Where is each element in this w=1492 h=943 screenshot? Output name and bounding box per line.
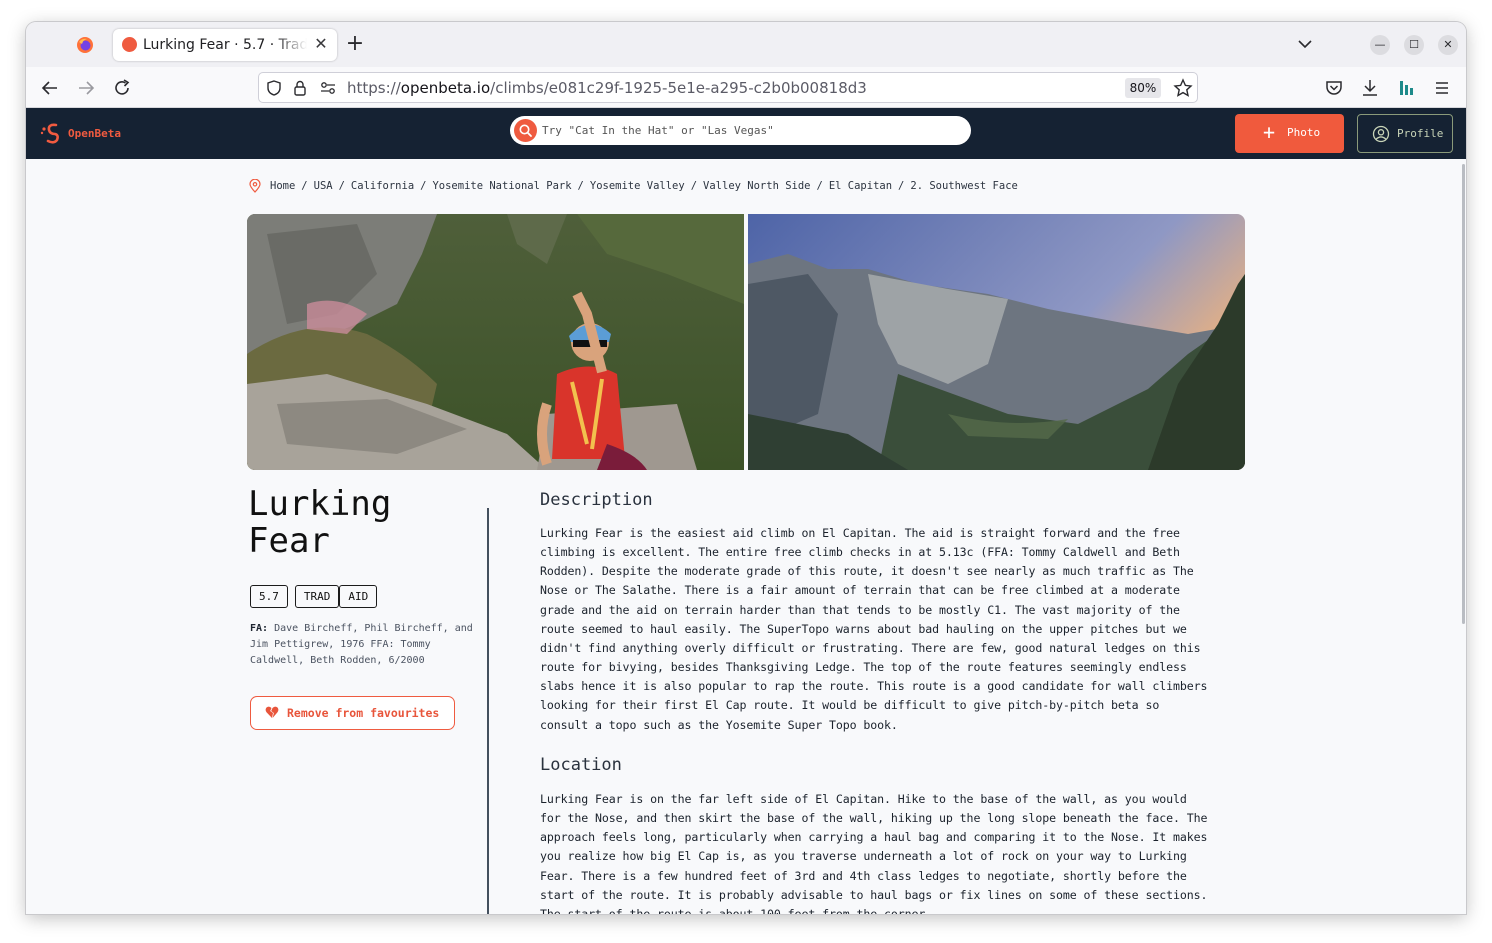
description-text: Lurking Fear is the easiest aid climb on… xyxy=(540,526,1208,732)
close-tab-icon[interactable]: ✕ xyxy=(311,34,331,54)
climb-title: Lurking Fear xyxy=(248,486,468,560)
search-input[interactable] xyxy=(542,120,962,141)
profile-button[interactable]: Profile xyxy=(1357,114,1453,153)
logo-text[interactable]: OpenBeta xyxy=(68,127,121,140)
chevron-down-icon[interactable] xyxy=(1296,35,1314,53)
user-circle-icon xyxy=(1372,125,1390,143)
page-scrollbar[interactable] xyxy=(1462,164,1465,624)
breadcrumb-southwest-face[interactable]: 2. Southwest Face xyxy=(910,180,1017,192)
breadcrumb-california[interactable]: California xyxy=(351,180,414,192)
breadcrumb-yosemite-national-park[interactable]: Yosemite National Park xyxy=(432,180,571,192)
lock-icon[interactable] xyxy=(292,79,308,97)
remove-favourite-label: Remove from favourites xyxy=(287,706,440,720)
breadcrumb-yosemite-valley[interactable]: Yosemite Valley xyxy=(590,180,685,192)
maximize-icon[interactable]: ☐ xyxy=(1404,35,1424,55)
bookmark-star-icon[interactable] xyxy=(1173,78,1193,98)
openbeta-favicon-icon xyxy=(122,37,137,52)
web-page: OpenBeta + Photo xyxy=(26,108,1466,914)
fa-text: Dave Bircheff, Phil Bircheff, and Jim Pe… xyxy=(250,623,473,667)
permissions-icon[interactable] xyxy=(319,80,337,96)
firefox-icon[interactable] xyxy=(76,36,94,54)
breadcrumb: Home / USA / California / Yosemite National… xyxy=(248,178,1018,194)
reload-icon[interactable] xyxy=(111,77,133,99)
shield-icon[interactable] xyxy=(265,79,283,97)
el-capitan-valley-photo[interactable] xyxy=(748,214,1245,470)
downloads-icon[interactable] xyxy=(1359,77,1381,99)
address-bar[interactable]: https://openbeta.io/climbs/e081c29f-1925… xyxy=(258,72,1198,103)
fa-label: FA: xyxy=(250,623,269,634)
url-text[interactable]: https://openbeta.io/climbs/e081c29f-1925… xyxy=(347,79,867,97)
breadcrumb-usa[interactable]: USA xyxy=(314,180,333,192)
remove-favourite-button[interactable]: Remove from favourites xyxy=(250,696,455,730)
plus-icon: + xyxy=(1263,120,1276,144)
grade-type-badges: 5.7 TRAD AID xyxy=(250,585,378,608)
photo-button-label: Photo xyxy=(1287,126,1321,139)
column-divider xyxy=(487,508,489,914)
grade-badge: 5.7 xyxy=(250,585,288,608)
climb-title-line1: Lurking xyxy=(248,484,392,524)
location-heading: Location xyxy=(540,755,622,775)
active-tab[interactable]: Lurking Fear · 5.7 · Trad Aid ✕ xyxy=(113,29,337,61)
forward-arrow-icon[interactable] xyxy=(75,77,97,99)
type-badge-trad: TRAD xyxy=(294,585,340,608)
tab-title: Lurking Fear · 5.7 · Trad Aid xyxy=(143,37,307,53)
breadcrumb-el-capitan[interactable]: El Capitan xyxy=(829,180,892,192)
back-arrow-icon[interactable] xyxy=(39,77,61,99)
breadcrumb-home[interactable]: Home xyxy=(270,180,295,192)
minimize-icon[interactable]: — xyxy=(1370,35,1390,55)
tab-bar: Lurking Fear · 5.7 · Trad Aid ✕ + — ☐ ✕ xyxy=(26,22,1466,67)
first-ascent-info: FA: Dave Bircheff, Phil Bircheff, and Ji… xyxy=(250,621,482,670)
type-badge-aid: AID xyxy=(339,585,378,608)
broken-heart-icon xyxy=(265,706,279,718)
add-photo-button[interactable]: + Photo xyxy=(1235,114,1344,153)
extension-icon[interactable] xyxy=(1395,77,1417,99)
location-text: Lurking Fear is on the far left side of … xyxy=(540,792,1208,914)
openbeta-logo-icon[interactable] xyxy=(39,120,65,146)
close-window-icon[interactable]: ✕ xyxy=(1438,35,1458,55)
description-heading: Description xyxy=(540,490,653,510)
breadcrumb-valley-north-side[interactable]: Valley North Side xyxy=(703,180,810,192)
browser-window: Lurking Fear · 5.7 · Trad Aid ✕ + — ☐ ✕ xyxy=(26,22,1466,914)
zoom-level-badge[interactable]: 80% xyxy=(1125,78,1161,98)
climber-photo[interactable] xyxy=(247,214,744,470)
climb-title-line2: Fear xyxy=(248,521,330,561)
new-tab-icon[interactable]: + xyxy=(344,33,366,55)
search-icon[interactable] xyxy=(514,119,537,142)
navigation-toolbar: https://openbeta.io/climbs/e081c29f-1925… xyxy=(26,67,1466,108)
location-pin-icon xyxy=(249,179,261,193)
menu-hamburger-icon[interactable] xyxy=(1431,77,1453,99)
pocket-icon[interactable] xyxy=(1323,77,1345,99)
search-box[interactable] xyxy=(510,116,971,145)
site-header: OpenBeta + Photo xyxy=(26,108,1466,159)
profile-button-label: Profile xyxy=(1397,127,1444,140)
